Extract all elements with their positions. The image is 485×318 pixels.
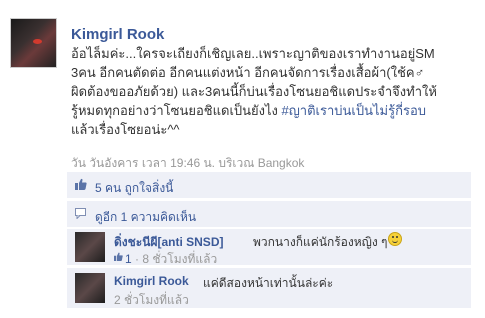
view-more-comments-row[interactable]: ดูอีก 1 ความคิดเห็น [67, 201, 471, 227]
message-line-2: 3คน อีกคนตัดต่อ อีกคนแต่งหน้า อีกคนจัดกา… [71, 65, 425, 80]
message-line-4-text: รู้หมดทุกอย่างว่าโซนยอชิแดเป็นยังไง [71, 103, 278, 118]
smile-mouth [392, 239, 398, 243]
message-line-5: แล้วเรื่องโซยอน่ะ^^ [71, 122, 180, 137]
likes-count-link[interactable]: 5 คน ถูกใจสิ่งนี้ [95, 179, 173, 198]
commenter-avatar[interactable] [75, 232, 105, 262]
commenter-avatar[interactable] [75, 273, 105, 303]
author-avatar[interactable] [10, 18, 57, 68]
comment-time[interactable]: · 8 ชั่วโมงที่แล้ว [135, 252, 217, 266]
avatar-eye-detail [33, 39, 42, 44]
comment-meta: 1 · 8 ชั่วโมงที่แล้ว [125, 250, 217, 269]
view-more-comments-link[interactable]: ดูอีก 1 ความคิดเห็น [95, 208, 196, 227]
post-message: อ้อไล็มค่ะ...ใครจะเถียงก็เชิญเลย..เพราะญ… [71, 44, 471, 139]
smile-emoticon-icon [388, 232, 402, 246]
comment-time[interactable]: 2 ชั่วโมงที่แล้ว [114, 291, 189, 310]
speech-bubble-icon [75, 208, 86, 219]
message-line-4: รู้หมดทุกอย่างว่าโซนยอชิแดเป็นยังไง #ญาต… [71, 101, 471, 120]
commenter-name[interactable]: Kimgirl Rook [114, 274, 189, 288]
message-line-3: ผิดต้องขออภัยด้วย) และ3คนนี้ก็บ่นเรื่องโ… [71, 84, 437, 99]
post-timestamp-location[interactable]: วัน วันอังคาร เวลา 19:46 น. บริเวณ Bangk… [71, 154, 304, 173]
post-author-name[interactable]: Kimgirl Rook [71, 26, 164, 43]
message-line-1: อ้อไล็มค่ะ...ใครจะเถียงก็เชิญเลย..เพราะญ… [71, 46, 435, 61]
thumbs-up-icon [75, 178, 87, 190]
hashtag-link[interactable]: #ญาติเราบ่นเป็นไม่รู้กี่รอบ [282, 103, 427, 118]
likes-row: 5 คน ถูกใจสิ่งนี้ [67, 172, 471, 198]
comment-like-icon [114, 252, 123, 261]
comment-text: แค่ดีสองหน้าเท่านั้นล่ะค่ะ [203, 276, 334, 290]
comment-item: ดิ่งชะนีผี[anti SNSD] พวกนางก็แค่นักร้อง… [67, 229, 471, 266]
comment-like-count[interactable]: 1 [125, 252, 132, 266]
comment-item: Kimgirl Rook แค่ดีสองหน้าเท่านั้นล่ะค่ะ … [67, 268, 471, 308]
facebook-post: Kimgirl Rook อ้อไล็มค่ะ...ใครจะเถียงก็เช… [0, 0, 485, 318]
comment-text: พวกนางก็แค่นักร้องหญิง ๆ [253, 235, 388, 249]
